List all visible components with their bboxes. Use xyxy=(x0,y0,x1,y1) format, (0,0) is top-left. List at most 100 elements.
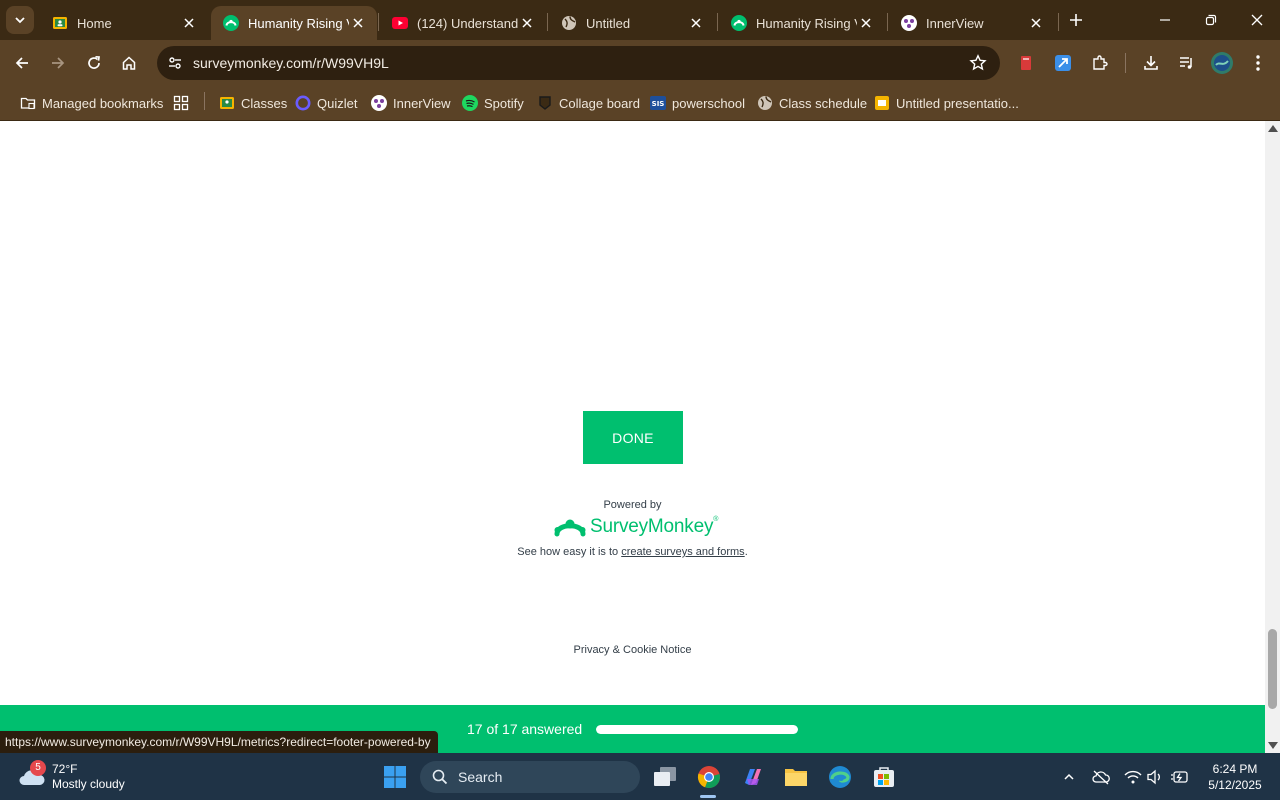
tab-humanity-rising-active[interactable]: Humanity Rising V xyxy=(211,6,377,40)
reload-button[interactable] xyxy=(80,49,108,77)
site-info-icon[interactable] xyxy=(165,53,185,73)
close-window-button[interactable] xyxy=(1234,6,1280,34)
volume-status[interactable] xyxy=(1145,767,1165,787)
tab-humanity-rising[interactable]: Humanity Rising V xyxy=(719,6,885,40)
close-icon[interactable] xyxy=(687,14,705,32)
restore-icon xyxy=(1205,14,1217,26)
surveymonkey-logo[interactable]: SurveyMonkey® xyxy=(554,514,718,540)
bookmark-quizlet[interactable]: Quizlet xyxy=(295,92,357,114)
taskbar-clock[interactable]: 6:24 PM 5/12/2025 xyxy=(1200,761,1270,793)
battery-status[interactable] xyxy=(1170,767,1190,787)
chevron-down-icon xyxy=(15,17,25,24)
plus-icon xyxy=(1070,14,1082,26)
innerview-icon xyxy=(371,95,387,111)
extensions-button[interactable] xyxy=(1086,49,1114,77)
edge-taskbar-button[interactable] xyxy=(822,759,858,795)
tab-divider xyxy=(717,13,718,31)
progress-fill xyxy=(596,725,798,734)
bookmark-label: Class schedule xyxy=(779,95,868,111)
bookmark-untitled-presentation[interactable]: Untitled presentatio... xyxy=(874,92,1019,114)
profile-button[interactable] xyxy=(1208,49,1236,77)
bookmark-apps[interactable] xyxy=(173,92,195,114)
extension-bookmark-button[interactable] xyxy=(1012,49,1040,77)
bookmark-powerschool[interactable]: SIS powerschool xyxy=(650,92,745,114)
tab-title: Home xyxy=(77,15,112,31)
tab-divider xyxy=(887,13,888,31)
tab-search-button[interactable] xyxy=(6,6,34,34)
tab-innerview[interactable]: InnerView xyxy=(889,6,1055,40)
start-button[interactable] xyxy=(377,759,413,795)
copilot-icon xyxy=(745,769,761,785)
tab-youtube[interactable]: (124) Understandin xyxy=(380,6,546,40)
bookmark-spotify[interactable]: Spotify xyxy=(462,92,524,114)
folder-icon xyxy=(20,95,36,111)
expand-arrow-icon xyxy=(1055,55,1071,71)
wifi-status[interactable] xyxy=(1123,767,1143,787)
tab-title: Humanity Rising V xyxy=(248,15,349,31)
playlist-icon xyxy=(1180,57,1192,69)
bookmark-collegeboard[interactable]: Collage board xyxy=(537,92,640,114)
collegeboard-icon xyxy=(537,95,553,111)
restore-button[interactable] xyxy=(1188,6,1234,34)
file-explorer-button[interactable] xyxy=(778,759,814,795)
progress-track xyxy=(596,725,798,734)
weather-text: 72°F Mostly cloudy xyxy=(52,762,125,792)
scrollbar-thumb[interactable] xyxy=(1268,629,1277,709)
bookmark-class-schedule[interactable]: Class schedule xyxy=(757,92,867,114)
tab-divider xyxy=(1058,13,1059,31)
weather-widget[interactable]: 5 72°F Mostly cloudy xyxy=(16,760,125,794)
close-icon[interactable] xyxy=(518,14,536,32)
bookmark-innerview[interactable]: InnerView xyxy=(371,92,451,114)
close-icon[interactable] xyxy=(857,14,875,32)
privacy-cookie-link[interactable]: Privacy & Cookie Notice xyxy=(0,644,1265,656)
page-scrollbar[interactable] xyxy=(1265,121,1280,753)
onedrive-status[interactable] xyxy=(1091,767,1111,787)
store-taskbar-button[interactable] xyxy=(866,759,902,795)
survey-page: DONE Powered by SurveyMonkey® See how ea… xyxy=(0,121,1265,753)
done-button[interactable]: DONE xyxy=(583,411,683,464)
scroll-up-arrow[interactable] xyxy=(1268,125,1278,132)
tab-home[interactable]: Home xyxy=(40,6,208,40)
clock-date: 5/12/2025 xyxy=(1208,778,1262,792)
close-icon xyxy=(1251,14,1263,26)
home-button[interactable] xyxy=(115,49,143,77)
bookmark-label: Untitled presentatio... xyxy=(896,95,1019,111)
bookmark-label: InnerView xyxy=(393,95,451,111)
close-icon[interactable] xyxy=(1027,14,1045,32)
active-app-indicator xyxy=(700,795,716,798)
chrome-menu-button[interactable] xyxy=(1244,49,1272,77)
bookmark-classes[interactable]: Classes xyxy=(219,92,287,114)
tab-divider xyxy=(378,13,379,31)
tab-untitled[interactable]: Untitled xyxy=(549,6,715,40)
search-icon xyxy=(432,769,448,785)
bookmark-label: Spotify xyxy=(484,95,524,111)
scroll-down-arrow[interactable] xyxy=(1268,742,1278,749)
tab-title: Untitled xyxy=(586,15,631,31)
microsoft-store-icon xyxy=(874,767,894,787)
bookmarks-bar: Managed bookmarks Classes Quizlet InnerV… xyxy=(0,86,1280,121)
create-surveys-link[interactable]: create surveys and forms xyxy=(621,546,745,558)
close-icon[interactable] xyxy=(349,14,367,32)
back-button[interactable] xyxy=(8,49,36,77)
weather-condition: Mostly cloudy xyxy=(52,777,125,791)
star-icon[interactable] xyxy=(968,53,988,73)
downloads-button[interactable] xyxy=(1137,49,1165,77)
chrome-taskbar-button[interactable] xyxy=(691,759,727,795)
task-view-button[interactable] xyxy=(647,759,683,795)
spotify-icon xyxy=(462,95,478,111)
minimize-button[interactable] xyxy=(1142,6,1188,34)
forward-button[interactable] xyxy=(44,49,72,77)
taskbar-search[interactable]: Search xyxy=(420,761,640,793)
temperature: 72°F xyxy=(52,762,78,776)
extension-screenshot-button[interactable] xyxy=(1049,49,1077,77)
media-controls-button[interactable] xyxy=(1173,49,1201,77)
link-status-bubble: https://www.surveymonkey.com/r/W99VH9L/m… xyxy=(0,731,438,753)
new-tab-button[interactable] xyxy=(1064,8,1088,32)
bookmark-managed[interactable]: Managed bookmarks xyxy=(20,92,163,114)
surveymonkey-icon xyxy=(223,15,239,31)
close-icon[interactable] xyxy=(180,14,198,32)
copilot-taskbar-button[interactable] xyxy=(735,759,771,795)
puzzle-icon xyxy=(1093,55,1108,70)
address-bar[interactable]: surveymonkey.com/r/W99VH9L xyxy=(157,46,1000,80)
show-hidden-icons-button[interactable] xyxy=(1059,767,1079,787)
